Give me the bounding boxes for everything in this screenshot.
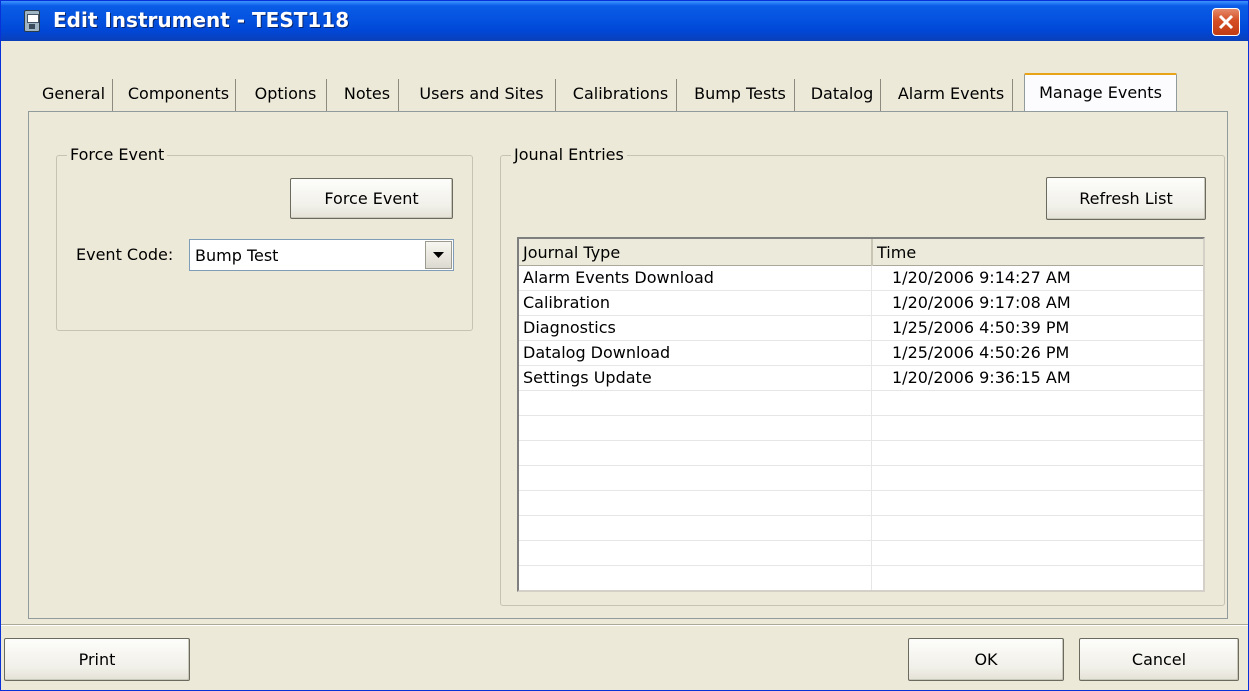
empty-row xyxy=(519,516,1203,541)
column-header-journal-type[interactable]: Journal Type xyxy=(519,239,873,266)
force-event-group: Force Event Force Event Event Code: Bump… xyxy=(56,145,473,331)
time-cell: 1/25/2006 4:50:26 PM xyxy=(892,343,1070,362)
table-row[interactable]: Alarm Events Download 1/20/2006 9:14:27 … xyxy=(519,266,1203,291)
tab-users-and-sites[interactable]: Users and Sites xyxy=(408,79,556,111)
tab-bump-tests[interactable]: Bump Tests xyxy=(686,79,795,111)
empty-row xyxy=(519,441,1203,466)
empty-row xyxy=(519,391,1203,416)
chevron-down-icon xyxy=(433,252,444,258)
journal-list[interactable]: Journal Type Time Alarm Events Download … xyxy=(517,237,1205,592)
ok-button[interactable]: OK xyxy=(908,638,1064,681)
table-row[interactable]: Datalog Download 1/25/2006 4:50:26 PM xyxy=(519,341,1203,366)
title-bar[interactable]: Edit Instrument - TEST118 xyxy=(1,1,1248,41)
time-cell: 1/25/2006 4:50:39 PM xyxy=(892,318,1070,337)
force-event-button[interactable]: Force Event xyxy=(290,178,453,219)
tab-alarm-events[interactable]: Alarm Events xyxy=(890,79,1013,111)
force-event-group-label: Force Event xyxy=(67,145,168,164)
empty-row xyxy=(519,466,1203,491)
tab-notes[interactable]: Notes xyxy=(336,79,399,111)
empty-row xyxy=(519,566,1203,590)
window-title: Edit Instrument - TEST118 xyxy=(53,8,350,32)
cancel-button[interactable]: Cancel xyxy=(1079,638,1239,681)
table-row[interactable]: Calibration 1/20/2006 9:17:08 AM xyxy=(519,291,1203,316)
journal-entries-group-label: Jounal Entries xyxy=(511,145,627,164)
empty-row xyxy=(519,491,1203,516)
tab-components[interactable]: Components xyxy=(122,79,236,111)
tab-manage-events[interactable]: Manage Events xyxy=(1024,73,1177,112)
instrument-icon xyxy=(24,10,40,32)
tab-general[interactable]: General xyxy=(35,79,113,111)
journal-type-cell: Diagnostics xyxy=(523,318,616,337)
empty-row xyxy=(519,416,1203,441)
journal-entries-group: Jounal Entries Refresh List Journal Type… xyxy=(500,145,1225,606)
event-code-select[interactable]: Bump Test xyxy=(189,239,454,271)
event-code-value: Bump Test xyxy=(195,246,279,265)
journal-type-cell: Calibration xyxy=(523,293,611,312)
column-header-time[interactable]: Time xyxy=(873,239,1203,266)
print-button[interactable]: Print xyxy=(4,638,190,681)
time-cell: 1/20/2006 9:17:08 AM xyxy=(892,293,1071,312)
journal-type-cell: Settings Update xyxy=(523,368,652,387)
refresh-list-button[interactable]: Refresh List xyxy=(1046,177,1206,220)
close-button[interactable] xyxy=(1212,8,1240,36)
tab-calibrations[interactable]: Calibrations xyxy=(565,79,677,111)
event-code-label: Event Code: xyxy=(76,245,174,264)
journal-type-cell: Datalog Download xyxy=(523,343,671,362)
journal-list-header: Journal Type Time xyxy=(519,239,1203,266)
dropdown-button[interactable] xyxy=(425,241,452,269)
manage-events-panel: Force Event Force Event Event Code: Bump… xyxy=(28,111,1228,619)
journal-type-cell: Alarm Events Download xyxy=(523,268,714,287)
close-icon xyxy=(1218,14,1234,30)
tab-datalog[interactable]: Datalog xyxy=(804,79,881,111)
time-cell: 1/20/2006 9:36:15 AM xyxy=(892,368,1071,387)
edit-instrument-window: Edit Instrument - TEST118 General Compon… xyxy=(0,0,1249,691)
footer-divider xyxy=(1,624,1248,626)
time-cell: 1/20/2006 9:14:27 AM xyxy=(892,268,1071,287)
empty-row xyxy=(519,541,1203,566)
tab-options[interactable]: Options xyxy=(245,79,327,111)
table-row[interactable]: Settings Update 1/20/2006 9:36:15 AM xyxy=(519,366,1203,391)
table-row[interactable]: Diagnostics 1/25/2006 4:50:39 PM xyxy=(519,316,1203,341)
